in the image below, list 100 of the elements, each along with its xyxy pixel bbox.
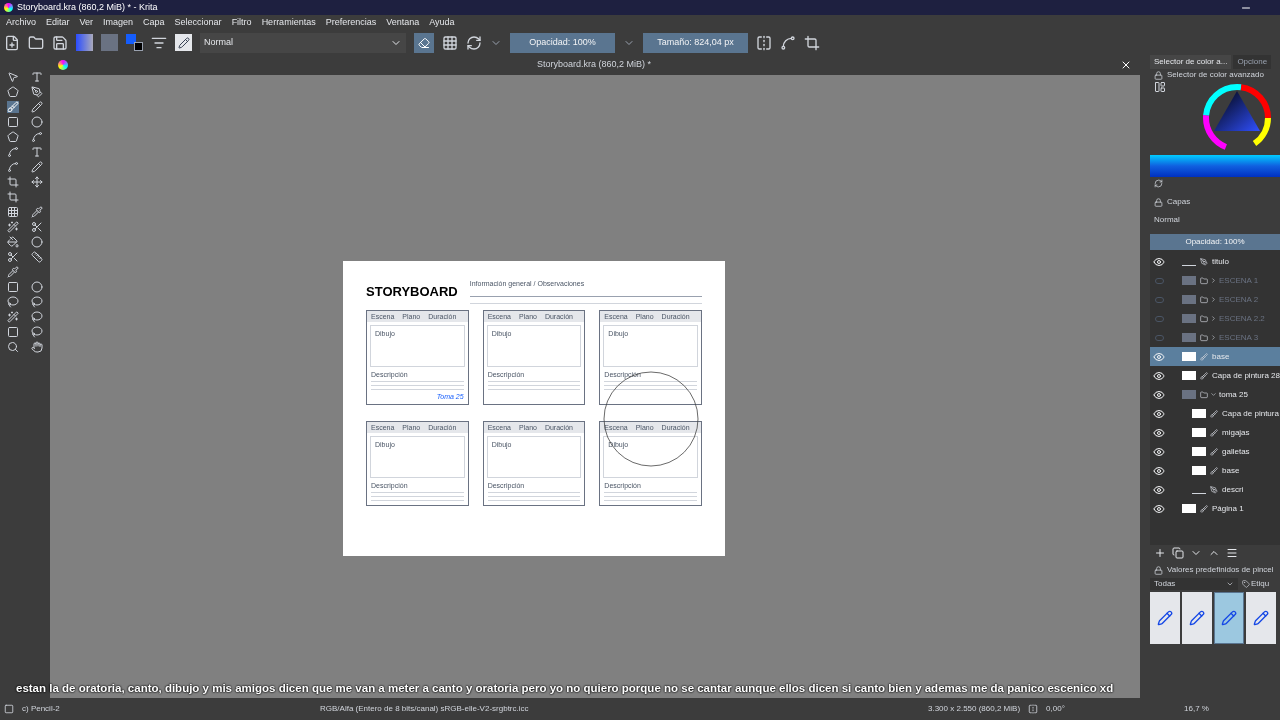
tool-icon[interactable] <box>31 206 43 218</box>
tool-icon[interactable] <box>31 311 43 323</box>
opacity-slider[interactable]: Opacidad: 100% <box>510 32 615 53</box>
chevron-icon[interactable] <box>1210 391 1217 398</box>
tag-filter-dropdown[interactable]: Todas <box>1150 577 1238 590</box>
brush-preset-thumbnail[interactable] <box>1182 592 1212 644</box>
layer-opacity-slider[interactable]: Opacidad: 100% <box>1150 234 1280 250</box>
tool-icon[interactable] <box>31 281 43 293</box>
eye-icon[interactable] <box>1153 426 1165 439</box>
layer-row[interactable]: toma 25 <box>1150 385 1280 404</box>
tool-icon[interactable] <box>7 116 19 128</box>
save-icon[interactable] <box>52 34 68 51</box>
menu-item[interactable]: Seleccionar <box>174 15 222 30</box>
menu-item[interactable]: Preferencias <box>325 15 377 30</box>
menu-item[interactable]: Ver <box>79 15 94 30</box>
menu-item[interactable]: Imagen <box>103 15 134 30</box>
tool-icon[interactable] <box>7 131 19 143</box>
tool-icon[interactable] <box>7 221 19 233</box>
tool-icon[interactable] <box>7 71 19 83</box>
tool-icon[interactable] <box>7 176 19 188</box>
new-file-icon[interactable] <box>4 34 20 51</box>
size-slider[interactable]: Tamaño: 824,04 px <box>643 32 748 53</box>
tool-icon[interactable] <box>7 206 19 218</box>
eye-icon[interactable] <box>1153 369 1165 382</box>
chevron-icon[interactable] <box>1210 277 1217 284</box>
pattern-swatch[interactable] <box>101 34 118 51</box>
tool-icon[interactable] <box>31 236 43 248</box>
tool-preset-icon[interactable] <box>4 704 14 714</box>
tool-icon[interactable] <box>7 251 19 263</box>
menu-item[interactable]: Herramientas <box>261 15 316 30</box>
tool-icon[interactable] <box>31 296 43 308</box>
alpha-lock-icon[interactable] <box>442 34 458 51</box>
document-tab[interactable]: Storyboard.kra (860,2 MiB) * <box>50 55 1140 75</box>
chevron-icon[interactable] <box>1210 334 1217 341</box>
add-icon[interactable] <box>1154 547 1166 559</box>
chevron-icon[interactable] <box>1210 315 1217 322</box>
tool-icon[interactable] <box>31 86 43 98</box>
tool-icon[interactable] <box>31 131 43 143</box>
brush-preset-thumbnail[interactable] <box>1246 592 1276 644</box>
eye-icon[interactable] <box>1153 502 1165 515</box>
layer-row[interactable]: titulo <box>1150 252 1280 271</box>
menu-item[interactable]: Filtro <box>231 15 252 30</box>
tag-button[interactable]: Etiqu <box>1242 577 1270 590</box>
tool-icon[interactable] <box>7 311 19 323</box>
eye-icon[interactable] <box>1153 407 1165 420</box>
folder-icon[interactable] <box>28 34 44 51</box>
chevron-icon[interactable] <box>1210 296 1217 303</box>
tool-icon[interactable] <box>7 266 19 278</box>
layer-row[interactable]: migajas <box>1150 423 1280 442</box>
menu-item[interactable]: Ventana <box>386 15 420 30</box>
layer-row[interactable]: descri <box>1150 480 1280 499</box>
color-sliders[interactable] <box>1150 155 1280 177</box>
eye-icon[interactable] <box>1153 464 1165 477</box>
tool-icon[interactable] <box>7 146 19 158</box>
tool-icon[interactable] <box>31 116 43 128</box>
tool-icon[interactable] <box>7 161 19 173</box>
tool-icon[interactable] <box>7 326 19 338</box>
brush-preset-thumbnail[interactable] <box>1150 592 1180 644</box>
docker-tab[interactable]: Selector de color a... <box>1150 55 1232 69</box>
eye-icon[interactable] <box>1153 388 1165 401</box>
eraser-toggle[interactable] <box>414 32 434 53</box>
menu-item[interactable]: Ayuda <box>429 15 455 30</box>
reload-icon[interactable] <box>466 34 482 51</box>
layer-row[interactable]: Página 1 <box>1150 499 1280 518</box>
menu-item[interactable]: Capa <box>143 15 165 30</box>
docker-tab[interactable]: Opcione <box>1233 55 1272 69</box>
reset-icon[interactable] <box>1154 178 1163 188</box>
eye-icon[interactable] <box>1153 483 1165 496</box>
layer-row[interactable]: base <box>1150 347 1280 366</box>
tool-icon[interactable] <box>31 161 43 173</box>
tool-icon[interactable] <box>31 251 43 263</box>
tool-icon[interactable] <box>31 176 43 188</box>
tool-icon[interactable] <box>7 296 19 308</box>
tool-icon[interactable] <box>31 341 43 353</box>
tool-icon[interactable] <box>31 221 43 233</box>
eye-icon[interactable] <box>1153 255 1165 268</box>
layer-blend-dropdown[interactable]: Normal <box>1150 211 1280 229</box>
layer-row[interactable]: Capa de pintura <box>1150 404 1280 423</box>
tool-icon[interactable] <box>31 326 43 338</box>
gradient-swatch[interactable] <box>76 34 93 51</box>
brush-preset-icon[interactable] <box>175 34 192 51</box>
brush-preset-thumbnail[interactable] <box>1214 592 1244 644</box>
mirror-horizontal-icon[interactable] <box>756 34 772 51</box>
color-swatch-icon[interactable] <box>126 34 143 51</box>
eye-icon[interactable] <box>1153 445 1165 458</box>
menu-item[interactable]: Archivo <box>6 15 36 30</box>
menu-item[interactable]: Editar <box>46 15 70 30</box>
layer-row[interactable]: Capa de pintura 28 <box>1150 366 1280 385</box>
tool-icon[interactable] <box>7 86 19 98</box>
tool-icon[interactable] <box>7 281 19 293</box>
tool-icon[interactable] <box>31 71 43 83</box>
layer-row[interactable]: base <box>1150 461 1280 480</box>
tool-icon[interactable] <box>31 146 43 158</box>
tool-icon[interactable] <box>31 101 43 113</box>
properties-icon[interactable] <box>1226 547 1238 559</box>
tool-icon[interactable] <box>7 101 19 113</box>
tool-icon[interactable] <box>7 191 19 203</box>
blend-mode-dropdown[interactable]: Normal <box>200 32 406 53</box>
tool-icon[interactable] <box>7 236 19 248</box>
duplicate-icon[interactable] <box>1172 547 1184 559</box>
